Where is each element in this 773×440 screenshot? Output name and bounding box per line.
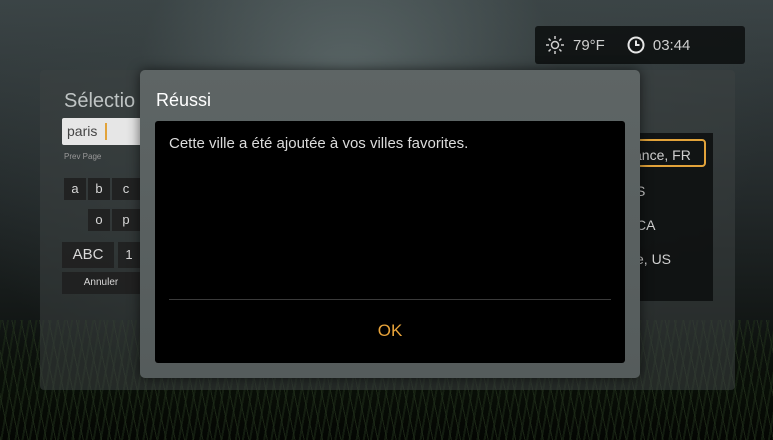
- cancel-button[interactable]: Annuler: [62, 272, 140, 294]
- dialog-message: Cette ville a été ajoutée à vos villes f…: [169, 135, 469, 152]
- temperature-label: 79°F: [573, 36, 605, 54]
- sun-icon: [546, 36, 564, 54]
- abc-mode-key[interactable]: ABC: [62, 242, 114, 268]
- clock-time: 03:44: [652, 36, 691, 54]
- search-input[interactable]: paris: [62, 118, 152, 145]
- search-value: paris: [67, 123, 98, 139]
- success-dialog: Réussi Cette ville a été ajoutée à vos v…: [140, 70, 640, 378]
- dialog-title: Réussi: [156, 90, 212, 110]
- text-caret: [105, 123, 107, 140]
- key-o[interactable]: o: [88, 209, 110, 231]
- dialog-body: Cette ville a été ajoutée à vos villes f…: [155, 121, 625, 363]
- page-title: Sélectio: [64, 90, 136, 112]
- status-bar: 79°F 03:44: [535, 26, 745, 64]
- result-item[interactable]: e, US: [636, 251, 671, 267]
- key-a[interactable]: a: [64, 178, 86, 200]
- ok-button[interactable]: OK: [155, 311, 625, 351]
- prev-page-label[interactable]: Prev Page: [64, 152, 101, 161]
- symbols-mode-key[interactable]: 1: [118, 242, 140, 268]
- dialog-divider: [169, 299, 611, 300]
- clock-icon: [627, 36, 645, 54]
- key-b[interactable]: b: [88, 178, 110, 200]
- key-c[interactable]: c: [112, 178, 140, 200]
- key-p[interactable]: p: [112, 209, 140, 231]
